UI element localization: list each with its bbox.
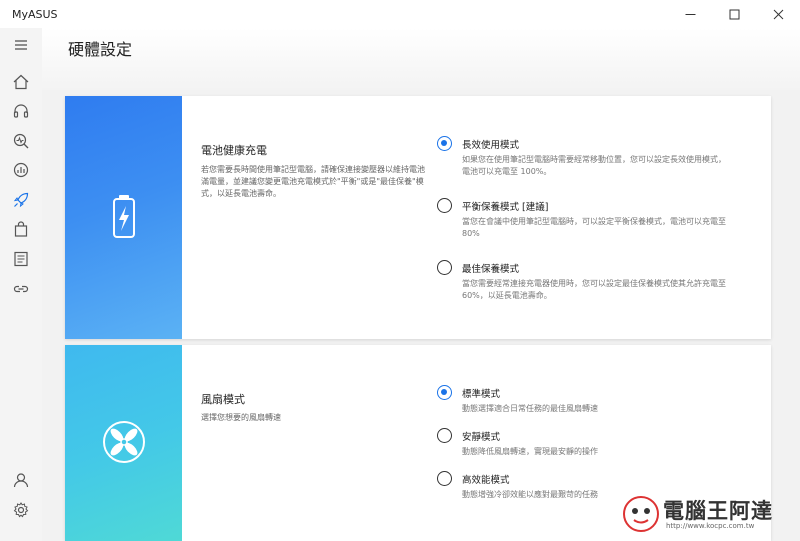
whisper-mode-label: 安靜模式 [462,432,501,443]
sidebar-item-settings[interactable] [10,499,32,521]
battery-charging-icon [113,195,135,238]
fan-icon [103,421,145,463]
menu-button[interactable] [10,34,32,56]
shopping-bag-icon [14,221,28,237]
sidebar-item-home[interactable] [10,71,32,93]
longevity-mode-label: 長效使用模式 [462,140,520,151]
sidebar-item-link[interactable] [10,278,32,300]
watermark-text: 電腦王阿達 [663,499,773,523]
minimize-icon [685,13,695,15]
app-title: MyASUS [12,7,58,21]
title-bar: MyASUS [0,0,800,28]
system-monitor-icon [13,162,29,178]
fan-card-art [65,345,182,541]
performance-mode-radio[interactable] [437,471,452,486]
maximize-button[interactable] [712,0,756,28]
sidebar-item-diagnostics[interactable] [10,130,32,152]
window-controls [668,0,800,28]
link-icon [13,285,29,293]
watermark-url: http://www.kocpc.com.tw [666,522,755,530]
maximize-icon [729,9,739,19]
whisper-mode-description: 動態降低風扇轉速，實現最安靜的操作 [462,447,598,456]
sidebar-item-account[interactable] [10,469,32,491]
gear-icon [13,502,29,518]
whisper-mode-radio[interactable] [437,428,452,443]
balanced-mode-label: 平衡保養模式 [建議] [462,202,549,213]
page-header: 硬體設定 [42,28,800,90]
sidebar-item-news[interactable] [10,248,32,270]
battery-health-card: 電池健康充電 若您需要長時間使用筆記型電腦，請確保連接變壓器以維持電池滿電量，並… [65,96,771,339]
user-icon [13,473,29,488]
menu-icon [15,40,27,50]
longevity-mode-radio[interactable] [437,136,452,151]
page-title: 硬體設定 [68,40,133,59]
sidebar [0,28,42,541]
balanced-mode-radio[interactable] [437,198,452,213]
maximum-lifespan-mode-description: 當您需要經常連接充電器使用時，您可以設定最佳保養模式使其允許充電至60%，以延長… [462,279,726,300]
maximum-lifespan-mode-radio[interactable] [437,260,452,275]
watermark: 電腦王阿達 http://www.kocpc.com.tw [617,493,792,535]
sidebar-item-support[interactable] [10,100,32,122]
mascot-logo-icon [623,496,659,532]
minimize-button[interactable] [668,0,712,28]
close-button[interactable] [756,0,800,28]
fan-card-title: 風扇模式 [201,393,245,406]
sidebar-item-store[interactable] [10,218,32,240]
performance-mode-label: 高效能模式 [462,475,510,486]
battery-card-art [65,96,182,339]
sidebar-item-hardware-settings[interactable] [10,189,32,211]
balanced-mode-description: 當您在會議中使用筆記型電腦時，可以設定平衡保養模式，電池可以充電至 80% [462,217,726,238]
close-icon [773,9,783,19]
standard-mode-label: 標準模式 [462,389,501,400]
content-area: 電池健康充電 若您需要長時間使用筆記型電腦，請確保連接變壓器以維持電池滿電量，並… [42,90,800,541]
news-icon [14,251,28,267]
home-icon [13,74,29,90]
standard-mode-description: 動態選擇適合日常任務的最佳風扇轉速 [462,404,598,413]
sidebar-item-system-monitor[interactable] [10,159,32,181]
headset-icon [13,104,29,118]
fan-card-description: 選擇您想要的風扇轉速 [201,413,281,422]
battery-card-title: 電池健康充電 [201,144,267,157]
battery-card-description: 若您需要長時間使用筆記型電腦，請確保連接變壓器以維持電池滿電量，並建議您變更電池… [201,165,425,198]
maximum-lifespan-mode-label: 最佳保養模式 [462,264,520,275]
longevity-mode-description: 如果您在使用筆記型電腦時需要經常移動位置，您可以設定長效使用模式，電池可以充電至… [462,155,726,176]
diagnostics-icon [13,133,29,149]
rocket-icon [13,192,29,208]
standard-mode-radio[interactable] [437,385,452,400]
